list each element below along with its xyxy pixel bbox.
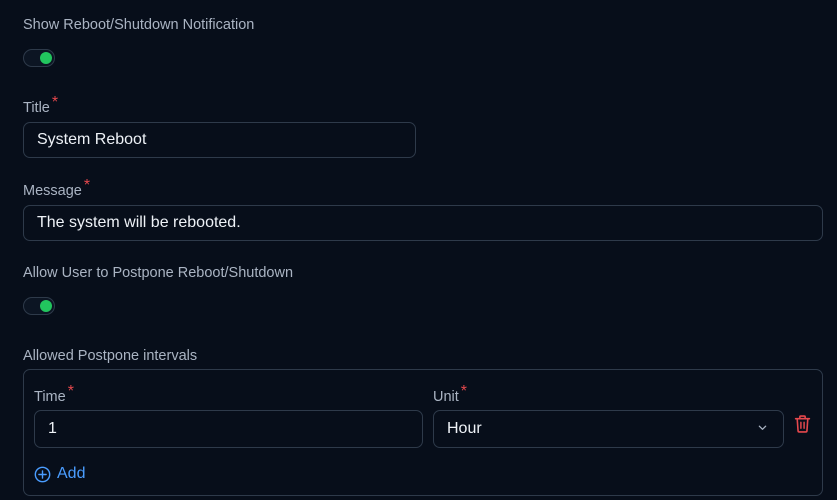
title-label-text: Title [23,100,50,116]
postpone-intervals-label: Allowed Postpone intervals [23,348,198,364]
allow-postpone-label: Allow User to Postpone Reboot/Shutdown [23,265,294,281]
title-input[interactable]: System Reboot [23,122,416,158]
time-label-text: Time [34,389,66,405]
message-input-value: The system will be rebooted. [37,214,241,231]
chevron-down-icon [758,425,767,430]
show-notification-label: Show Reboot/Shutdown Notification [23,17,255,33]
time-input-value: 1 [48,420,57,437]
toggle-knob [40,52,52,64]
title-input-value: System Reboot [37,131,147,148]
required-marker: * [51,94,59,111]
unit-label: Unit * [433,383,467,406]
add-interval-button[interactable]: Add [34,465,85,483]
message-input[interactable]: The system will be rebooted. [23,205,823,241]
time-input[interactable]: 1 [34,410,423,448]
unit-select-value: Hour [447,420,482,437]
required-marker: * [460,383,468,400]
message-label: Message * [23,177,90,200]
required-marker: * [83,177,91,194]
title-label: Title * [23,94,58,117]
allow-postpone-toggle[interactable] [23,297,55,315]
unit-select[interactable]: Hour [433,410,784,448]
plus-circle-icon [34,466,51,482]
time-label: Time * [34,383,74,406]
show-notification-toggle[interactable] [23,49,55,67]
reboot-notification-form: Show Reboot/Shutdown Notification Title *… [0,0,837,500]
message-label-text: Message [23,183,82,199]
add-interval-label: Add [57,465,86,482]
trash-icon[interactable] [794,415,811,433]
toggle-knob [40,300,52,312]
unit-label-text: Unit [433,389,459,405]
required-marker: * [67,383,74,400]
